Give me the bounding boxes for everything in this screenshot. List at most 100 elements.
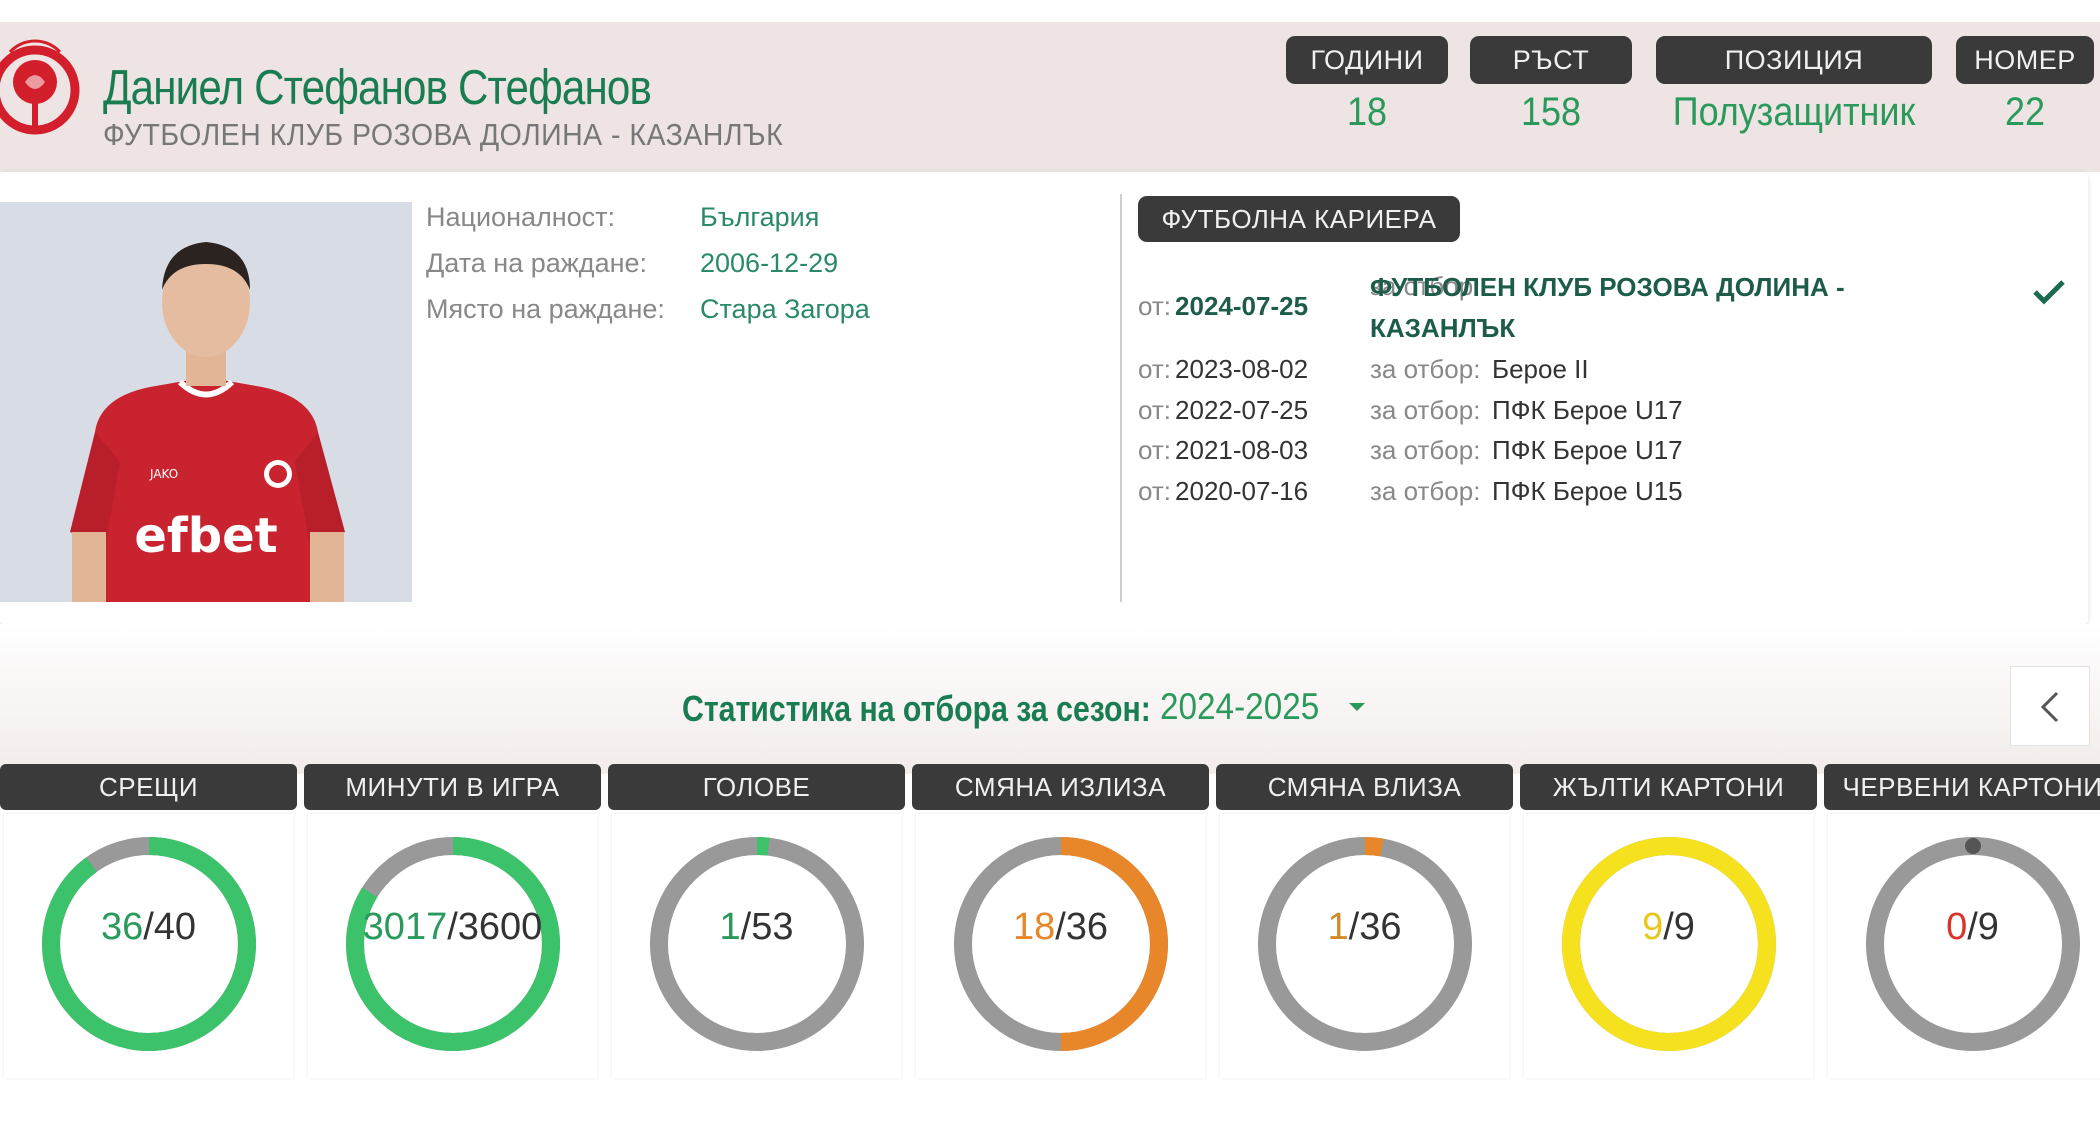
stat-card-title: МИНУТИ В ИГРА xyxy=(304,764,601,810)
height-label: РЪСТ xyxy=(1470,36,1632,84)
career-entry: от: 2020-07-16 за отбор: ПФК Берое U15 xyxy=(1138,476,1683,507)
position-value: Полузащитник xyxy=(1672,90,1916,134)
career-entry: от: 2022-07-25 за отбор: ПФК Берое U17 xyxy=(1138,395,1683,426)
prev-button[interactable] xyxy=(2010,666,2090,746)
career-team: ПФК Берое U17 xyxy=(1492,395,1683,425)
age-label: ГОДИНИ xyxy=(1286,36,1448,84)
season-title: Статистика на отбора за сезон: xyxy=(682,688,1151,729)
donut-total: /3600 xyxy=(447,906,543,948)
career-date: 2022-07-25 xyxy=(1175,395,1309,425)
birthdate-value: 2006-12-29 xyxy=(700,248,839,278)
donut-value-label: 9/9 xyxy=(1524,906,1813,949)
stat-card: СМЯНА ИЗЛИЗА 18/36 xyxy=(912,764,1209,1078)
donut-value-label: 18/36 xyxy=(916,906,1205,949)
career-date: 2021-08-03 xyxy=(1175,435,1309,465)
season-select[interactable]: 2024-2025 xyxy=(1160,686,1319,728)
svg-text:JAKO: JAKO xyxy=(149,467,178,481)
career-team-label: за отбор: xyxy=(1370,354,1481,384)
stat-card-body: 3017/3600 xyxy=(308,814,597,1078)
stat-card-body: 1/36 xyxy=(1220,814,1509,1078)
career-title: ФУТБОЛНА КАРИЕРА xyxy=(1138,196,1460,242)
player-name: Даниел Стефанов Стефанов xyxy=(103,61,652,115)
donut-total: /40 xyxy=(143,906,197,948)
career-from-label: от: xyxy=(1138,476,1172,506)
donut-value: 36 xyxy=(100,906,144,948)
career-team-current: ФУТБОЛЕН КЛУБ РОЗОВА ДОЛИНА - КАЗАНЛЪК xyxy=(1370,272,1845,343)
career-from-label: от: xyxy=(1138,354,1172,384)
career-date: 2020-07-16 xyxy=(1175,476,1309,506)
birthdate-label: Дата на раждане: xyxy=(426,248,648,278)
career-team: Берое II xyxy=(1492,354,1589,384)
check-icon xyxy=(2033,280,2065,305)
nationality-label: Националност: xyxy=(426,202,616,232)
donut-value-label: 1/53 xyxy=(612,906,901,949)
donut-total: /36 xyxy=(1055,906,1109,948)
career-team: ПФК Берое U15 xyxy=(1492,476,1683,506)
svg-text:efbet: efbet xyxy=(134,508,277,564)
donut-value-label: 3017/3600 xyxy=(308,906,597,949)
stat-card-body: 1/53 xyxy=(612,814,901,1078)
player-info-card: efbet JAKO Националност: България Дата н… xyxy=(0,172,2088,624)
donut-value: 3017 xyxy=(362,906,448,948)
donut-value: 1 xyxy=(719,906,741,948)
career-team-label: за отбор: xyxy=(1370,435,1481,465)
donut-zero-marker xyxy=(1964,838,1981,854)
stat-card-title: ЖЪЛТИ КАРТОНИ xyxy=(1520,764,1817,810)
stat-card: ЧЕРВЕНИ КАРТОНИ 0/9 xyxy=(1824,764,2100,1078)
age-value: 18 xyxy=(1346,90,1388,134)
nationality-value: България xyxy=(700,202,820,232)
number-label: НОМЕР xyxy=(1956,36,2094,84)
donut-value-label: 0/9 xyxy=(1828,906,2100,949)
height-value: 158 xyxy=(1520,90,1582,134)
stat-card-body: 0/9 xyxy=(1828,814,2100,1078)
stat-card: ГОЛОВЕ 1/53 xyxy=(608,764,905,1078)
stat-card-title: ЧЕРВЕНИ КАРТОНИ xyxy=(1824,764,2100,810)
career-entry: от: 2021-08-03 за отбор: ПФК Берое U17 xyxy=(1138,435,1683,466)
donut-total: /9 xyxy=(1663,906,1695,948)
career-entry: от: 2024-07-25 за отбор: xyxy=(1138,271,1480,322)
career-from-label: от: xyxy=(1138,291,1172,321)
number-value: 22 xyxy=(2004,90,2046,134)
stat-card: СМЯНА ВЛИЗА 1/36 xyxy=(1216,764,1513,1078)
stat-card-title: СРЕЩИ xyxy=(0,764,297,810)
career-from-label: от: xyxy=(1138,395,1172,425)
donut-value-label: 1/36 xyxy=(1220,906,1509,949)
player-header: Даниел Стефанов Стефанов ФУТБОЛЕН КЛУБ Р… xyxy=(0,22,2100,172)
vertical-divider xyxy=(1120,194,1122,602)
career-team-label: за отбор: xyxy=(1370,395,1481,425)
donut-value: 1 xyxy=(1327,906,1349,948)
stat-card-title: ГОЛОВЕ xyxy=(608,764,905,810)
stat-card: МИНУТИ В ИГРА 3017/3600 xyxy=(304,764,601,1078)
donut-total: /9 xyxy=(1967,906,1999,948)
career-date: 2023-08-02 xyxy=(1175,354,1309,384)
career-from-label: от: xyxy=(1138,435,1172,465)
height-stat: РЪСТ 158 xyxy=(1470,36,1632,135)
stat-card: СРЕЩИ 36/40 xyxy=(0,764,297,1078)
player-photo: efbet JAKO xyxy=(0,202,412,602)
stat-card-title: СМЯНА ИЗЛИЗА xyxy=(912,764,1209,810)
stat-card: ЖЪЛТИ КАРТОНИ 9/9 xyxy=(1520,764,1817,1078)
donut-value-label: 36/40 xyxy=(4,906,293,949)
caret-down-icon[interactable] xyxy=(1346,700,1368,714)
donut-value: 0 xyxy=(1946,906,1968,948)
birthplace-value: Стара Загора xyxy=(700,294,870,324)
career-team: ПФК Берое U17 xyxy=(1492,435,1683,465)
stat-card-body: 9/9 xyxy=(1524,814,1813,1078)
stat-card-title: СМЯНА ВЛИЗА xyxy=(1216,764,1513,810)
birthplace-label: Място на раждане: xyxy=(426,294,665,324)
position-label: ПОЗИЦИЯ xyxy=(1656,36,1932,84)
position-stat: ПОЗИЦИЯ Полузащитник xyxy=(1656,36,1932,135)
career-team-label: за отбор: xyxy=(1370,476,1481,506)
chevron-left-icon xyxy=(2040,691,2059,723)
club-name: ФУТБОЛЕН КЛУБ РОЗОВА ДОЛИНА - КАЗАНЛЪК xyxy=(103,117,784,152)
donut-value: 9 xyxy=(1642,906,1664,948)
stat-card-body: 36/40 xyxy=(4,814,293,1078)
number-stat: НОМЕР 22 xyxy=(1956,36,2094,135)
donut-value: 18 xyxy=(1012,906,1056,948)
donut-total: /36 xyxy=(1348,906,1402,948)
stat-card-body: 18/36 xyxy=(916,814,1205,1078)
career-entry: от: 2023-08-02 за отбор: Берое II xyxy=(1138,354,1589,385)
age-stat: ГОДИНИ 18 xyxy=(1286,36,1448,135)
club-logo xyxy=(0,39,80,135)
donut-total: /53 xyxy=(740,906,794,948)
